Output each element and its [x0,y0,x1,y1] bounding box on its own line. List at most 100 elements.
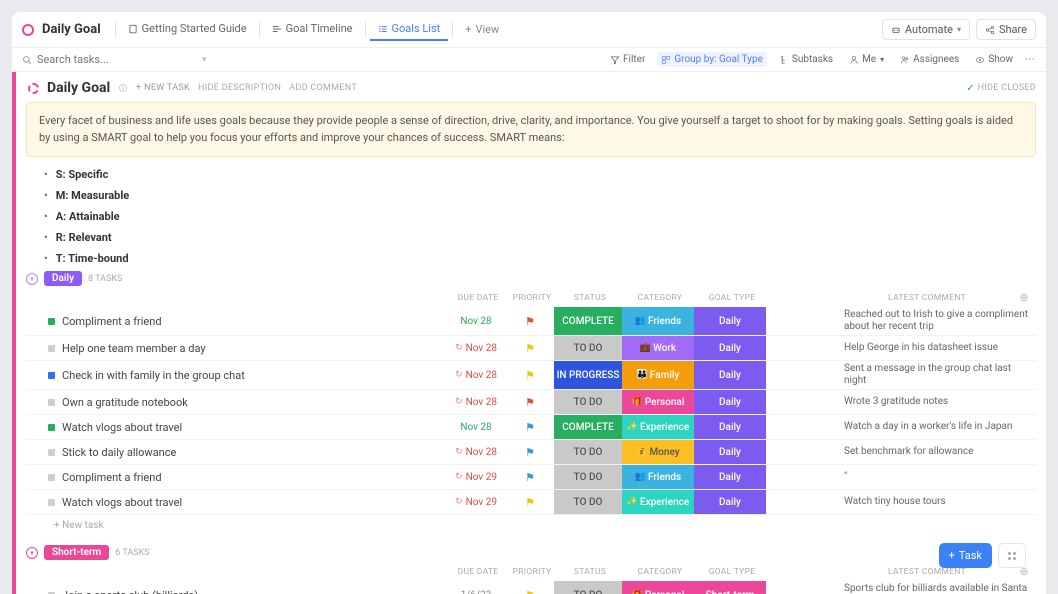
due-date[interactable]: Nov 28 [446,415,506,439]
task-name: Join a sports club (billiards) [62,589,198,594]
hide-description-link[interactable]: HIDE DESCRIPTION [198,83,281,93]
group-label[interactable]: Daily [44,271,82,286]
status-square[interactable] [48,474,55,481]
task-name: Stick to daily allowance [62,446,176,459]
smart-item: T: Time-bound [44,249,1036,270]
goal-type-pill[interactable]: Daily [694,465,766,489]
category-pill[interactable]: 👪Family [622,361,694,389]
status-pill[interactable]: TO DO [554,581,622,594]
category-pill[interactable]: 👥Friends [622,307,694,335]
new-task-link[interactable]: + NEW TASK [136,83,190,93]
status-pill[interactable]: COMPLETE [554,415,622,439]
category-pill[interactable]: 👥Friends [622,465,694,489]
goal-type-pill[interactable]: Daily [694,336,766,360]
due-date[interactable]: Nov 28 [446,307,506,335]
due-date[interactable]: ↻Nov 28 [446,390,506,414]
due-date[interactable]: 1/6/23 [446,581,506,594]
automate-button[interactable]: Automate ▾ [882,19,970,40]
task-row[interactable]: Watch vlogs about travel ↻Nov 29 ⚑ TO DO… [26,490,1036,515]
category-pill[interactable]: 🎁Personal [622,390,694,414]
tab-getting-started[interactable]: Getting Started Guide [120,18,255,41]
hide-closed-toggle[interactable]: ✓ HIDE CLOSED [966,83,1036,94]
add-column[interactable]: ⊕ [1014,291,1034,304]
task-row[interactable]: Compliment a friend ↻Nov 29 ⚑ TO DO 👥Fri… [26,465,1036,490]
status-square[interactable] [48,449,55,456]
group-by-button[interactable]: Group by: Goal Type [657,52,767,67]
due-date[interactable]: ↻Nov 28 [446,440,506,464]
priority-flag[interactable]: ⚑ [506,336,554,360]
group-toggle[interactable]: ▾ [26,547,38,559]
priority-flag[interactable]: ⚑ [506,307,554,335]
status-pill[interactable]: IN PROGRESS [554,361,622,389]
task-row[interactable]: Own a gratitude notebook ↻Nov 28 ⚑ TO DO… [26,390,1036,415]
goal-type-pill[interactable]: Daily [694,390,766,414]
more-menu[interactable]: ⋯ [1025,54,1036,65]
due-date[interactable]: ↻Nov 28 [446,336,506,360]
category-pill[interactable]: 💼Work [622,336,694,360]
status-square[interactable] [48,424,55,431]
group-label[interactable]: Short-term [44,545,109,560]
category-pill[interactable]: 💰Money [622,440,694,464]
task-row[interactable]: Compliment a friend Nov 28 ⚑ COMPLETE 👥F… [26,307,1036,336]
task-row[interactable]: Check in with family in the group chat ↻… [26,361,1036,390]
status-pill[interactable]: COMPLETE [554,307,622,335]
category-pill[interactable]: ✨Experience [622,415,694,439]
timeline-icon [272,24,282,34]
search-input[interactable] [37,53,157,66]
status-pill[interactable]: TO DO [554,440,622,464]
filter-button[interactable]: Filter [606,52,649,67]
task-row[interactable]: Help one team member a day ↻Nov 28 ⚑ TO … [26,336,1036,361]
apps-button[interactable] [998,543,1026,568]
goal-type-pill[interactable]: Short-term [694,581,766,594]
status-square[interactable] [48,399,55,406]
task-row[interactable]: Watch vlogs about travel Nov 28 ⚑ COMPLE… [26,415,1036,440]
category-pill[interactable]: ✨Experience [622,490,694,514]
due-date[interactable]: ↻Nov 29 [446,490,506,514]
priority-flag[interactable]: ⚑ [506,390,554,414]
category-pill[interactable]: 🎁Personal [622,581,694,594]
status-pill[interactable]: TO DO [554,390,622,414]
priority-flag[interactable]: ⚑ [506,581,554,594]
chevron-down-icon[interactable]: ▾ [202,55,207,65]
due-date[interactable]: ↻Nov 29 [446,465,506,489]
status-pill[interactable]: TO DO [554,465,622,489]
status-pill[interactable]: TO DO [554,336,622,360]
tab-goals-list[interactable]: Goals List [370,18,449,41]
col-priority: PRIORITY [508,293,556,303]
person-icon [849,55,859,65]
subtasks-button[interactable]: Subtasks [775,52,837,67]
status-square[interactable] [48,345,55,352]
task-row[interactable]: Stick to daily allowance ↻Nov 28 ⚑ TO DO… [26,440,1036,465]
due-date[interactable]: ↻Nov 28 [446,361,506,389]
priority-flag[interactable]: ⚑ [506,440,554,464]
priority-flag[interactable]: ⚑ [506,415,554,439]
goal-type-pill[interactable]: Daily [694,307,766,335]
goal-type-pill[interactable]: Daily [694,440,766,464]
tab-goal-timeline[interactable]: Goal Timeline [264,18,361,41]
goal-type-pill[interactable]: Daily [694,415,766,439]
recur-icon: ↻ [455,370,463,380]
task-row[interactable]: Join a sports club (billiards) 1/6/23 ⚑ … [26,581,1036,594]
goal-type-pill[interactable]: Daily [694,490,766,514]
info-icon[interactable] [118,83,128,93]
new-task-row[interactable]: + New task [26,515,1036,531]
status-pill[interactable]: TO DO [554,490,622,514]
priority-flag[interactable]: ⚑ [506,361,554,389]
caret-down-icon: ▾ [957,25,961,34]
group-toggle[interactable]: ▾ [26,273,38,285]
add-view-button[interactable]: + View [457,19,507,40]
add-comment-link[interactable]: ADD COMMENT [289,83,357,93]
status-square[interactable] [48,318,55,325]
show-button[interactable]: Show [971,52,1017,67]
status-square[interactable] [48,499,55,506]
assignees-button[interactable]: Assignees [896,52,963,67]
recur-icon: ↻ [455,497,463,507]
share-button[interactable]: Share [976,19,1036,40]
category-emoji-icon: 👥 [635,472,646,482]
priority-flag[interactable]: ⚑ [506,465,554,489]
priority-flag[interactable]: ⚑ [506,490,554,514]
me-button[interactable]: Me ▾ [845,52,888,67]
status-square[interactable] [48,372,55,379]
create-task-button[interactable]: + Task [939,543,992,568]
goal-type-pill[interactable]: Daily [694,361,766,389]
